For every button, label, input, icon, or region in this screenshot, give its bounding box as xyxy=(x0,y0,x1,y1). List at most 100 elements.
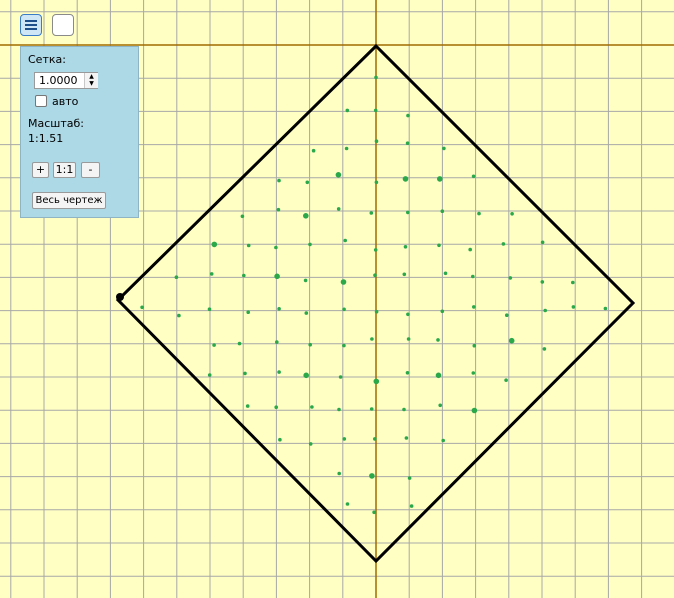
data-point xyxy=(345,502,350,506)
data-point xyxy=(345,108,350,113)
data-point xyxy=(242,273,246,278)
data-point xyxy=(174,275,179,280)
data-point xyxy=(471,371,476,375)
vertex-marker[interactable] xyxy=(116,293,124,301)
data-point xyxy=(403,245,408,249)
data-point xyxy=(336,207,341,211)
data-point xyxy=(471,274,475,279)
data-point xyxy=(337,407,341,412)
data-point xyxy=(442,146,446,151)
auto-grid-checkbox[interactable] xyxy=(35,95,47,107)
data-point xyxy=(373,273,377,278)
grid-settings-panel: Сетка: 1.0000 ▲ ▼ авто Масштаб: 1:1.51 + … xyxy=(20,46,139,218)
data-point xyxy=(404,436,409,440)
data-point xyxy=(277,370,281,374)
data-point xyxy=(501,242,506,246)
data-point xyxy=(277,178,281,183)
data-point xyxy=(310,405,314,409)
data-point xyxy=(243,371,247,376)
data-point xyxy=(342,437,347,441)
data-point xyxy=(335,172,342,178)
data-point xyxy=(240,214,245,219)
menu-button[interactable] xyxy=(20,14,42,36)
data-point xyxy=(374,180,379,185)
data-point xyxy=(409,504,414,508)
data-point xyxy=(337,471,342,476)
data-point xyxy=(477,211,481,216)
data-point xyxy=(407,476,412,480)
grid-label: Сетка: xyxy=(28,53,66,66)
data-point xyxy=(212,343,216,347)
zoom-out-button[interactable]: - xyxy=(81,162,100,178)
data-point xyxy=(211,241,218,248)
data-point xyxy=(343,238,348,243)
data-point xyxy=(277,307,281,311)
data-point xyxy=(402,272,407,277)
data-point xyxy=(436,338,440,342)
data-point xyxy=(540,240,545,245)
data-point xyxy=(304,311,309,315)
data-point xyxy=(370,337,374,341)
data-point xyxy=(209,272,214,276)
data-point xyxy=(373,248,378,252)
data-point xyxy=(441,438,446,443)
auto-grid-label: авто xyxy=(52,95,79,108)
data-point xyxy=(406,113,410,118)
data-point xyxy=(369,473,375,479)
data-point xyxy=(342,307,346,312)
zoom-in-button[interactable]: + xyxy=(32,162,49,178)
data-point xyxy=(274,245,278,250)
data-point xyxy=(177,313,181,318)
data-point xyxy=(274,273,280,280)
data-point xyxy=(435,372,442,379)
data-point xyxy=(372,510,376,515)
data-point xyxy=(373,108,378,113)
data-point xyxy=(369,407,374,411)
data-point xyxy=(338,375,343,379)
data-point xyxy=(508,337,515,344)
data-point xyxy=(406,210,410,215)
data-point xyxy=(308,242,312,247)
data-point xyxy=(374,75,378,80)
data-point xyxy=(305,180,310,185)
data-point xyxy=(369,211,374,215)
data-point xyxy=(437,243,441,248)
data-point xyxy=(344,146,349,151)
data-point xyxy=(406,312,410,317)
zoom-reset-button[interactable]: 1:1 xyxy=(53,162,76,178)
data-point xyxy=(373,437,377,441)
data-point xyxy=(308,342,313,347)
data-point xyxy=(543,308,547,313)
data-point xyxy=(438,403,443,408)
data-point xyxy=(245,404,250,408)
data-point xyxy=(471,174,476,179)
secondary-tool-button[interactable] xyxy=(52,14,74,36)
scale-label: Масштаб: xyxy=(28,117,84,130)
data-point xyxy=(571,280,575,285)
data-point xyxy=(246,310,250,315)
grid-step-spinner[interactable]: ▲ ▼ xyxy=(84,73,98,88)
data-point xyxy=(308,442,313,446)
data-point xyxy=(443,271,448,276)
data-point xyxy=(402,176,409,182)
data-point xyxy=(472,305,476,309)
data-point xyxy=(603,306,608,311)
data-point xyxy=(207,373,212,377)
data-point xyxy=(468,247,473,252)
data-point xyxy=(374,139,379,143)
data-point xyxy=(440,209,445,213)
data-point xyxy=(437,176,443,182)
data-point xyxy=(471,407,478,414)
data-point xyxy=(342,343,346,348)
data-point xyxy=(274,405,279,410)
data-point xyxy=(303,372,310,379)
data-point xyxy=(508,276,513,280)
data-point xyxy=(207,307,212,312)
data-point xyxy=(303,213,309,219)
data-point xyxy=(275,340,279,344)
data-point xyxy=(540,280,545,284)
data-point xyxy=(276,207,281,212)
data-point xyxy=(510,212,514,216)
data-point xyxy=(405,141,410,145)
fit-all-button[interactable]: Весь чертеж xyxy=(32,192,106,209)
